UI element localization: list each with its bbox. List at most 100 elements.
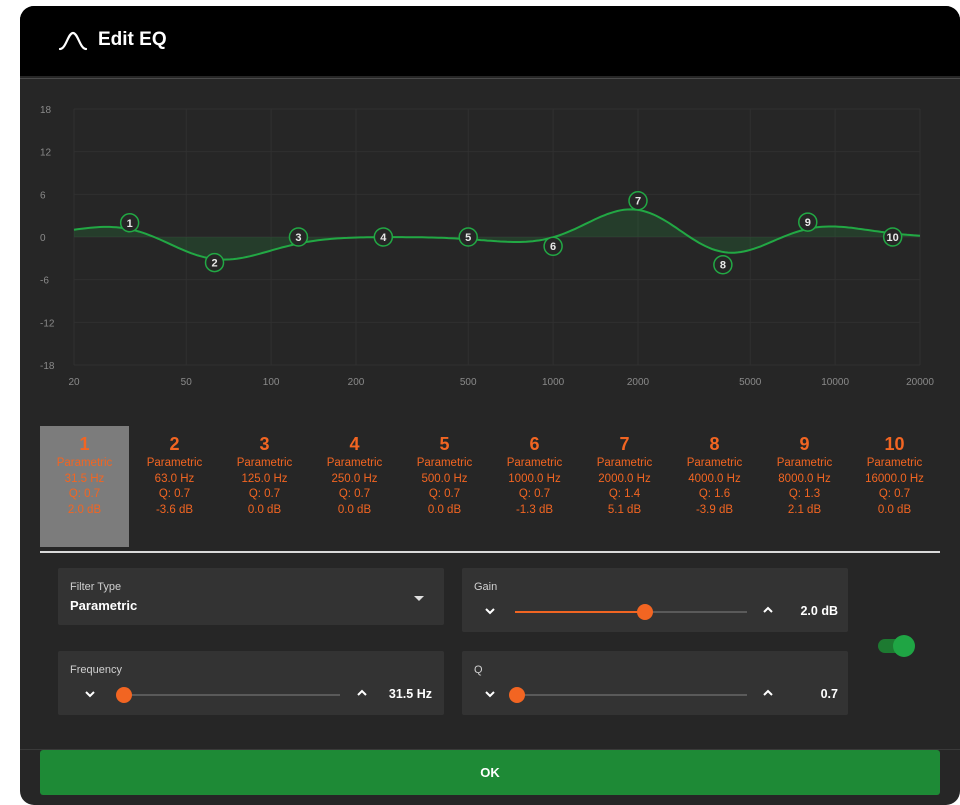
frequency-readout: 31.5 Hz — [388, 687, 432, 701]
band-frequency: 16000.0 Hz — [865, 472, 924, 485]
eq-graph[interactable]: 18 12 6 0 -6 -12 -18 20 50 100 200 500 1000 2000 5000 1… — [20, 78, 960, 411]
x-tick-label: 20 — [68, 377, 80, 388]
x-tick-label: 10000 — [821, 377, 849, 388]
band-q: Q: 0.7 — [248, 488, 281, 500]
band-gain: 2.0 dB — [67, 503, 102, 516]
band-8-tab[interactable]: 8 Parametric 4000.0 Hz Q: 1.6 -3.9 dB — [670, 426, 759, 547]
gain-slider-fill — [515, 611, 645, 613]
eq-response-fill — [74, 209, 920, 260]
band-7-tab[interactable]: 7 Parametric 2000.0 Hz Q: 1.4 5.1 dB — [580, 426, 669, 547]
gain-decrease-chevron-down-icon[interactable] — [484, 605, 496, 617]
band-1-tab[interactable]: 1 Parametric 31.5 Hz Q: 0.7 2.0 dB — [40, 426, 129, 547]
band-marker-label: 7 — [635, 196, 641, 208]
band-gain: 5.1 dB — [607, 503, 642, 516]
band-type: Parametric — [776, 457, 833, 469]
frequency-decrease-chevron-down-icon[interactable] — [84, 688, 96, 700]
band-marker-label: 6 — [550, 241, 556, 253]
band-gain: -3.6 dB — [155, 503, 194, 516]
band-q: Q: 1.6 — [698, 488, 731, 500]
y-tick-label: -18 — [40, 361, 55, 372]
band-frequency: 1000.0 Hz — [508, 472, 561, 485]
y-tick-label: 6 — [40, 190, 46, 201]
band-number: 1 — [79, 434, 90, 454]
band-marker-label: 8 — [720, 260, 726, 272]
band-2-tab[interactable]: 2 Parametric 63.0 Hz Q: 0.7 -3.6 dB — [130, 426, 219, 547]
band-6-tab[interactable]: 6 Parametric 1000.0 Hz Q: 0.7 -1.3 dB — [490, 426, 579, 547]
band-type: Parametric — [686, 457, 743, 469]
eq-curve-icon — [58, 31, 88, 51]
frequency-slider-thumb[interactable] — [116, 687, 132, 703]
band-gain: 2.1 dB — [787, 503, 822, 516]
band-q: Q: 0.7 — [158, 488, 191, 500]
filter-type-label: Filter Type — [70, 581, 122, 593]
band-frequency: 2000.0 Hz — [598, 472, 651, 485]
q-slider[interactable] — [509, 687, 747, 703]
band-number: 7 — [619, 434, 630, 454]
band-number: 9 — [799, 434, 810, 454]
q-decrease-chevron-down-icon[interactable] — [484, 688, 496, 700]
band-type: Parametric — [866, 457, 923, 469]
y-tick-label: 0 — [40, 233, 46, 244]
band-4-tab[interactable]: 4 Parametric 250.0 Hz Q: 0.7 0.0 dB — [310, 426, 399, 547]
band-number: 2 — [169, 434, 180, 454]
q-label: Q — [474, 664, 483, 676]
band-enable-toggle[interactable] — [878, 635, 915, 657]
band-frequency: 500.0 Hz — [421, 472, 468, 485]
band-q: Q: 0.7 — [428, 488, 461, 500]
band-frequency: 250.0 Hz — [331, 472, 378, 485]
band-3-tab[interactable]: 3 Parametric 125.0 Hz Q: 0.7 0.0 dB — [220, 426, 309, 547]
filter-type-select[interactable]: Filter Type Parametric — [58, 568, 444, 625]
toggle-knob[interactable] — [893, 635, 915, 657]
band-gain: -3.9 dB — [695, 503, 734, 516]
frequency-slider[interactable] — [116, 687, 340, 703]
band-type: Parametric — [326, 457, 383, 469]
gain-readout: 2.0 dB — [800, 604, 838, 618]
gain-label: Gain — [474, 581, 498, 593]
y-tick-label: 12 — [40, 148, 52, 159]
eq-graph-svg[interactable]: 181260-6-12-1820 50 100 200 500 1000 2000 5000 1… — [20, 79, 960, 411]
band-marker-label: 9 — [805, 217, 811, 229]
band-9-tab[interactable]: 9 Parametric 8000.0 Hz Q: 1.3 2.1 dB — [760, 426, 849, 547]
band-number: 4 — [349, 434, 360, 454]
band-q: Q: 1.4 — [608, 488, 641, 500]
band-q: Q: 0.7 — [68, 488, 101, 500]
band-number: 8 — [709, 434, 720, 454]
band-gain: 0.0 dB — [877, 503, 912, 516]
band-marker-label: 5 — [465, 232, 471, 244]
band-marker-label: 2 — [211, 258, 217, 270]
gain-control: Gain 2.0 dB — [462, 568, 848, 632]
x-tick-label: 1000 — [542, 377, 565, 388]
band-type: Parametric — [56, 457, 113, 469]
dropdown-arrow-icon[interactable] — [414, 596, 424, 601]
band-number: 5 — [439, 434, 450, 454]
band-frequency: 31.5 Hz — [64, 472, 105, 485]
gain-slider[interactable] — [515, 604, 747, 620]
x-tick-label: 200 — [348, 377, 365, 388]
q-slider-thumb[interactable] — [509, 687, 525, 703]
band-5-tab[interactable]: 5 Parametric 500.0 Hz Q: 0.7 0.0 dB — [400, 426, 489, 547]
band-type: Parametric — [596, 457, 653, 469]
band-marker-label: 10 — [887, 232, 899, 244]
band-gain: 0.0 dB — [337, 503, 372, 516]
q-readout: 0.7 — [820, 687, 838, 701]
band-number: 10 — [884, 434, 905, 454]
band-gain: 0.0 dB — [427, 503, 462, 516]
band-marker-label: 3 — [295, 232, 301, 244]
x-tick-label: 500 — [460, 377, 477, 388]
band-frequency: 8000.0 Hz — [778, 472, 831, 485]
band-marker-label: 1 — [127, 218, 133, 230]
band-q: Q: 0.7 — [518, 488, 551, 500]
q-control: Q 0.7 — [462, 651, 848, 715]
x-tick-label: 2000 — [627, 377, 650, 388]
band-type: Parametric — [146, 457, 203, 469]
dialog-header: Edit EQ — [20, 6, 960, 76]
ok-button[interactable]: OK — [40, 750, 940, 795]
band-type: Parametric — [236, 457, 293, 469]
band-frequency: 63.0 Hz — [154, 472, 195, 485]
frequency-control: Frequency 31.5 Hz — [58, 651, 444, 715]
x-tick-label: 5000 — [739, 377, 762, 388]
band-10-tab[interactable]: 10 Parametric 16000.0 Hz Q: 0.7 0.0 dB — [850, 426, 939, 547]
frequency-label: Frequency — [70, 664, 122, 676]
band-selector: 1 Parametric 31.5 Hz Q: 0.7 2.0 dB 2 Parametri… — [40, 426, 940, 553]
gain-slider-thumb[interactable] — [636, 604, 653, 620]
